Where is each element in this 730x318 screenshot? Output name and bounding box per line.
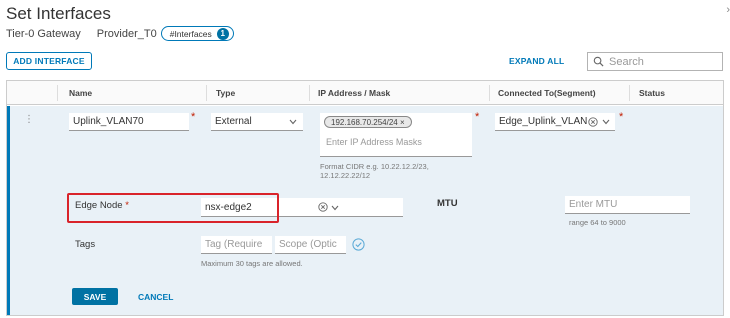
chevron-down-icon <box>602 119 610 125</box>
column-separator <box>206 85 207 101</box>
close-icon[interactable]: › <box>726 4 730 16</box>
tags-label: Tags <box>75 239 96 250</box>
row-menu-icon[interactable]: ⋮ <box>24 114 34 125</box>
gateway-type: Tier-0 Gateway <box>6 27 81 40</box>
check-circle-icon[interactable] <box>352 238 365 251</box>
interfaces-count-pill: #Interfaces 1 <box>160 26 234 41</box>
scope-placeholder: Scope (Optic <box>279 239 337 250</box>
segment-value: Edge_Uplink_VLAN <box>499 116 588 127</box>
mtu-input[interactable]: Enter MTU <box>565 196 690 214</box>
cancel-button[interactable]: CANCEL <box>138 292 173 302</box>
column-separator <box>489 85 490 101</box>
column-header-name: Name <box>69 88 93 98</box>
mtu-placeholder: Enter MTU <box>569 199 618 210</box>
chevron-down-icon <box>289 119 297 125</box>
edge-node-select[interactable] <box>273 198 403 217</box>
search-input[interactable]: Search <box>587 52 723 71</box>
page-title: Set Interfaces <box>6 4 111 23</box>
column-header-type: Type <box>216 88 236 98</box>
expand-all-link[interactable]: EXPAND ALL <box>509 56 564 66</box>
required-indicator: * <box>619 111 624 123</box>
chevron-down-icon <box>331 205 339 211</box>
ip-address-placeholder: Enter IP Address Masks <box>326 137 422 147</box>
interfaces-table: Name Type IP Address / Mask Connected To… <box>6 80 724 316</box>
ip-format-hint: Format CIDR e.g. 10.22.12.2/23, 12.12.22… <box>320 162 429 180</box>
gateway-name: Provider_T0 <box>96 27 157 40</box>
required-indicator: * <box>191 111 196 123</box>
pill-count-badge: 1 <box>216 27 229 40</box>
interface-name-value: Uplink_VLAN70 <box>73 116 144 127</box>
scope-input[interactable]: Scope (Optic <box>275 236 346 254</box>
column-header-status: Status <box>639 88 665 98</box>
mtu-hint: range 64 to 9000 <box>569 218 626 227</box>
table-header: Name Type IP Address / Mask Connected To… <box>7 81 723 105</box>
ip-address-input[interactable]: 192.168.70.254/24 × Enter IP Address Mas… <box>320 113 472 157</box>
search-icon <box>593 56 604 67</box>
interface-name-input[interactable]: Uplink_VLAN70 <box>69 113 189 131</box>
column-separator <box>629 85 630 101</box>
clear-icon[interactable] <box>318 202 328 212</box>
edge-node-highlight <box>67 193 279 223</box>
column-header-ip: IP Address / Mask <box>318 88 391 98</box>
ip-format-hint-line: 12.12.22.22/12 <box>320 171 371 180</box>
pill-label: #Interfaces <box>169 28 212 39</box>
type-select[interactable]: External <box>211 113 303 131</box>
column-separator <box>309 85 310 101</box>
required-indicator: * <box>475 111 480 123</box>
clear-icon[interactable] <box>588 117 598 127</box>
column-header-segment: Connected To(Segment) <box>498 88 596 98</box>
gateway-info: Tier-0 Gateway Provider_T0 #Interfaces 1 <box>6 26 234 41</box>
search-placeholder: Search <box>609 55 644 68</box>
tag-input[interactable]: Tag (Require <box>201 236 272 254</box>
mtu-label: MTU <box>437 198 458 209</box>
segment-select[interactable]: Edge_Uplink_VLAN <box>495 113 615 131</box>
column-separator <box>57 85 58 101</box>
add-interface-button[interactable]: ADD INTERFACE <box>6 52 92 70</box>
interface-edit-row: ⋮ Uplink_VLAN70 * External 192.168.70.25… <box>7 106 723 315</box>
ip-address-chip[interactable]: 192.168.70.254/24 × <box>324 116 412 128</box>
ip-format-hint-line: Format CIDR e.g. 10.22.12.2/23, <box>320 162 429 171</box>
save-button[interactable]: SAVE <box>72 288 118 305</box>
type-value: External <box>215 116 252 127</box>
tag-placeholder: Tag (Require <box>205 239 263 250</box>
tags-hint: Maximum 30 tags are allowed. <box>201 259 303 268</box>
